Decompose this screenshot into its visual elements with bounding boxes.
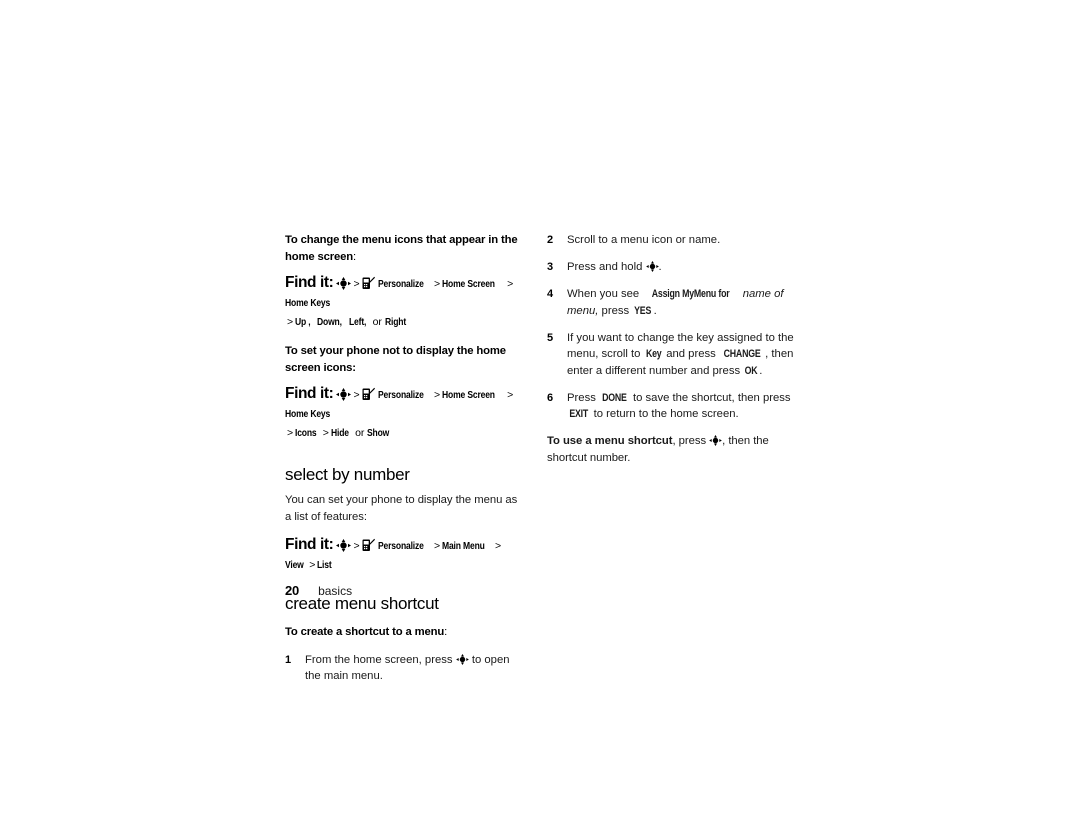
lead-hide-home-icons: To set your phone not to display the hom… <box>285 345 506 374</box>
lead-change-menu-icons-text: To change the menu icons that appear in … <box>285 234 518 263</box>
path-item-left: Left, <box>349 317 367 328</box>
personalize-phone-icon <box>362 538 375 552</box>
step-2-text: Scroll to a menu icon or name. <box>567 234 721 246</box>
step-6-key-done: DONE <box>602 391 627 404</box>
path-item-personalize-2: Personalize <box>377 390 424 401</box>
step-6-text-mid1: to save the shortcut, then press <box>632 391 791 404</box>
find-it-row-icons-cont: > Icons > Hide or Show <box>285 424 525 441</box>
path-item-personalize-1: Personalize <box>377 279 424 290</box>
lead-create-shortcut: To create a shortcut to a menu: <box>285 624 525 641</box>
step-4-text-after: . <box>653 304 657 317</box>
path-or-1: or <box>372 316 382 328</box>
path-item-list: List <box>317 560 332 571</box>
step-5-key-key: Key <box>645 348 662 360</box>
step-3-text-before: Press and hold <box>567 261 643 273</box>
path-item-down: Down, <box>316 317 342 328</box>
step-4-text-before: When you see <box>567 288 640 300</box>
step-1-number: 1 <box>285 653 292 666</box>
find-it-row-home-keys-cont: > Up , Down, Left, or Right <box>285 313 525 330</box>
closing-paragraph-use-shortcut: To use a menu shortcut, press , then the… <box>547 433 797 466</box>
path-item-up: Up , <box>295 317 311 328</box>
step-2: 2 Scroll to a menu icon or name. <box>547 232 797 249</box>
folio-chapter-label: basics <box>318 584 353 598</box>
find-it-label-3: Find it: <box>285 536 334 553</box>
path-item-home-screen-1: Home Screen <box>442 279 496 290</box>
step-4-number: 4 <box>547 288 554 300</box>
step-5-text-mid1: and press <box>666 348 716 360</box>
path-separator: > <box>507 278 514 290</box>
closing-bold-label: To use a menu shortcut <box>547 435 673 447</box>
step-4-key-assign-mymenu: Assign MyMenu for <box>652 288 730 300</box>
navigation-center-key-icon <box>709 435 722 446</box>
find-it-label-2: Find it: <box>285 385 334 402</box>
page-footer: 20 basics <box>285 582 585 600</box>
step-6-text-after: to return to the home screen. <box>593 408 739 420</box>
step-6: 6 Press DONE to save the shortcut, then p… <box>547 390 797 423</box>
section-body-select-by-number: You can set your phone to display the me… <box>285 494 518 523</box>
lead-create-shortcut-colon: : <box>444 626 448 638</box>
path-continued-prefix: > <box>287 427 294 439</box>
step-4-text-mid: press <box>601 304 630 317</box>
path-item-right: Right <box>384 317 406 328</box>
path-separator: > <box>353 389 360 401</box>
step-5-number: 5 <box>547 331 554 344</box>
navigation-center-key-icon <box>336 277 352 290</box>
path-separator: > <box>495 540 502 552</box>
path-separator: > <box>434 389 441 401</box>
path-continued-prefix: > <box>287 316 294 328</box>
step-6-text-before: Press <box>567 391 596 404</box>
step-6-number: 6 <box>547 391 554 404</box>
path-item-home-keys-2: Home Keys <box>285 409 331 420</box>
path-item-home-keys-1: Home Keys <box>285 298 331 309</box>
step-1: 1 From the home screen, press to open the… <box>285 652 525 685</box>
personalize-phone-icon <box>362 276 375 290</box>
left-column: To change the menu icons that appear in … <box>285 232 525 695</box>
find-it-row-main-menu: Find it: > Personalize > Main Menu >View > List <box>285 536 525 574</box>
path-item-show: Show <box>367 428 390 439</box>
personalize-phone-icon <box>362 387 375 401</box>
right-column: 2 Scroll to a menu icon or name. 3 Press a… <box>547 232 797 466</box>
step-4: 4 When you see Assign MyMenu for name of … <box>547 286 797 319</box>
navigation-center-key-icon <box>645 261 659 272</box>
path-separator: > <box>322 427 329 439</box>
step-4-key-yes: YES <box>634 304 652 317</box>
find-it-label-1: Find it: <box>285 274 334 291</box>
step-3-number: 3 <box>547 261 554 273</box>
lead-change-menu-icons-colon: : <box>353 250 357 263</box>
path-item-home-screen-2: Home Screen <box>442 390 496 401</box>
manual-page: To change the menu icons that appear in … <box>0 0 1080 834</box>
navigation-center-key-icon <box>336 539 352 552</box>
path-or-2: or <box>355 427 365 439</box>
closing-text-before: , press <box>672 435 707 447</box>
navigation-center-key-icon <box>455 653 469 665</box>
path-separator: > <box>353 278 360 290</box>
path-separator: > <box>309 559 316 571</box>
step-5: 5 If you want to change the key assigned … <box>547 330 797 380</box>
lead-change-menu-icons: To change the menu icons that appear in … <box>285 232 525 265</box>
path-separator: > <box>434 278 441 290</box>
path-separator: > <box>507 389 514 401</box>
find-it-row-home-keys: Find it: > Personalize > Home Screen >Home Ke… <box>285 274 525 312</box>
navigation-center-key-icon <box>336 388 352 401</box>
path-item-main-menu: Main Menu <box>442 541 485 552</box>
step-5-text-after: . <box>759 364 763 377</box>
folio-page-number: 20 <box>285 583 300 598</box>
step-3-text-after: . <box>658 261 662 273</box>
step-2-number: 2 <box>547 234 554 246</box>
path-item-hide: Hide <box>330 428 349 439</box>
step-5-key-change: CHANGE <box>723 348 761 360</box>
lead-create-shortcut-text: To create a shortcut to a menu <box>285 626 445 638</box>
step-1-text-before: From the home screen, press <box>305 653 453 666</box>
path-item-icons: Icons <box>295 428 317 439</box>
step-6-key-exit: EXIT <box>569 408 589 420</box>
step-5-key-ok: OK <box>744 364 758 377</box>
path-separator: > <box>434 540 441 552</box>
find-it-row-icons: Find it: > Personalize > Home Screen >Home Ke… <box>285 385 525 423</box>
section-heading-select-by-number: select by number <box>285 465 410 484</box>
step-3: 3 Press and hold . <box>547 259 797 276</box>
path-item-personalize-3: Personalize <box>377 541 424 552</box>
path-item-view: View <box>285 560 304 571</box>
path-separator: > <box>353 540 360 552</box>
